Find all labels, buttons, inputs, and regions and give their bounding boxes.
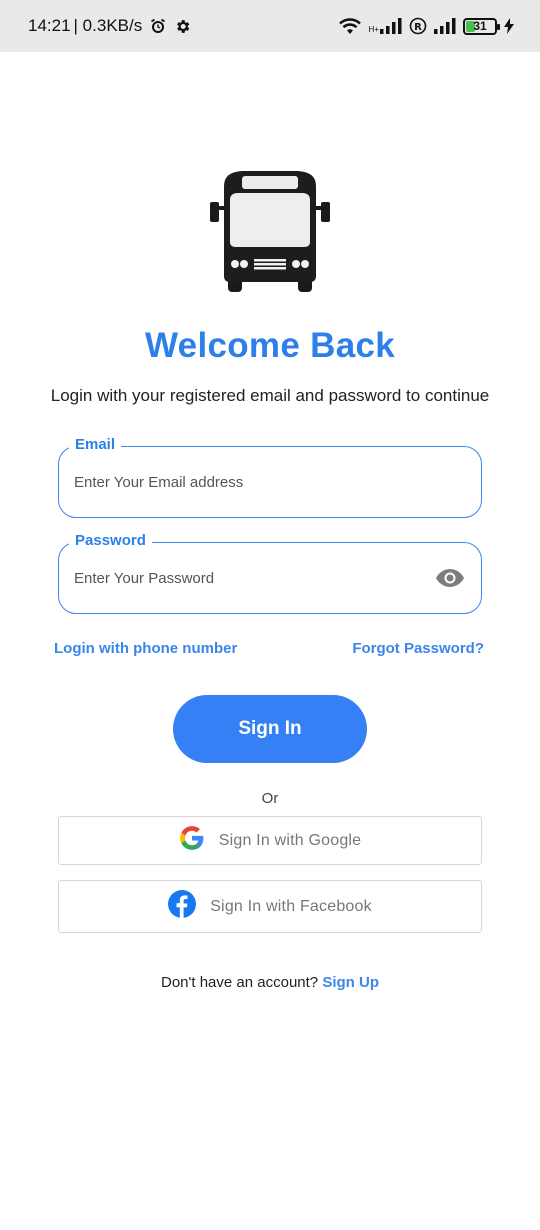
status-speed: | 0.3KB/s [73,16,143,35]
page-subtitle: Login with your registered email and pas… [50,386,490,405]
sign-up-link[interactable]: Sign Up [322,974,379,991]
charging-icon [504,18,514,34]
network-type: H+ [369,18,402,34]
password-input[interactable]: Enter Your Password [74,543,414,613]
eye-icon[interactable] [435,567,465,594]
email-field[interactable]: Email Enter Your Email address [58,436,482,518]
facebook-icon [168,890,197,923]
signup-row: Don't have an account? Sign Up [0,974,540,991]
google-icon [179,825,205,856]
status-left: 14:21 | 0.3KB/s [28,16,191,36]
forgot-password-link[interactable]: Forgot Password? [352,640,484,657]
or-divider-text: Or [261,790,279,807]
password-field[interactable]: Password Enter Your Password [58,532,482,614]
status-bar: 14:21 | 0.3KB/s H+ R 31 [0,0,540,52]
google-sign-in-button[interactable]: Sign In with Google [58,816,482,865]
battery-icon: 31 [463,17,500,35]
signal-icon [380,18,402,34]
facebook-sign-in-button[interactable]: Sign In with Facebook [58,880,482,933]
status-time: 14:21 [28,16,71,35]
no-account-text: Don't have an account? [161,974,319,991]
phone-login-link[interactable]: Login with phone number [54,640,237,657]
page-title: Welcome Back [144,326,396,365]
alarm-icon [150,18,166,34]
status-right: H+ R 31 [338,17,514,35]
wifi-icon [338,17,362,35]
signal-icon-2 [434,18,456,34]
google-button-label: Sign In with Google [218,831,362,849]
svg-text:R: R [414,22,422,33]
email-input[interactable]: Enter Your Email address [74,447,414,517]
settings-icon [174,18,191,35]
facebook-button-label: Sign In with Facebook [210,897,372,915]
roaming-icon: R [409,17,427,35]
bus-logo-icon [208,168,332,294]
sign-in-button[interactable]: Sign In [173,695,367,763]
battery-level: 31 [473,18,487,33]
